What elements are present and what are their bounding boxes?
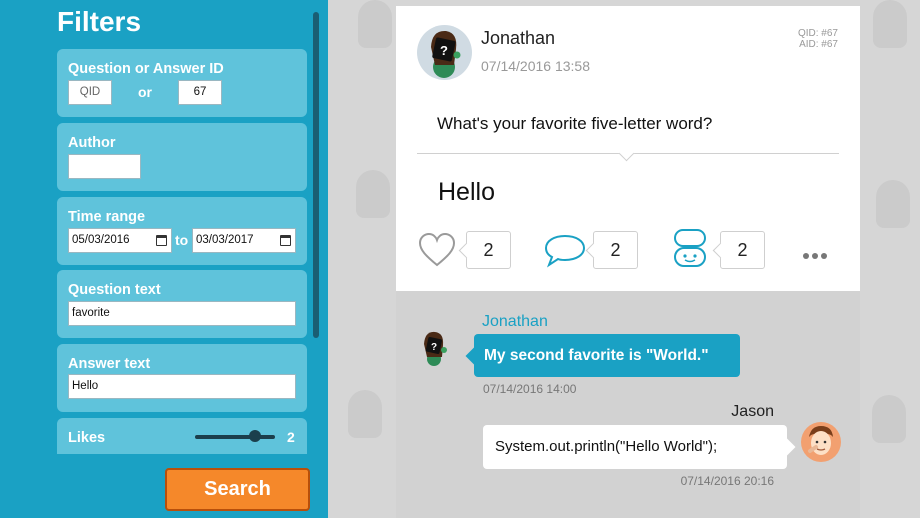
likes-slider-handle[interactable] bbox=[249, 430, 261, 442]
background-figure bbox=[873, 0, 907, 48]
avatar-icon: ? bbox=[431, 30, 461, 78]
filters-title: Filters bbox=[57, 6, 142, 37]
author-input[interactable] bbox=[68, 154, 141, 179]
post-timestamp: 07/14/2016 13:58 bbox=[481, 58, 590, 74]
date-from-value: 05/03/2016 bbox=[72, 234, 130, 246]
answer-text-label: Answer text bbox=[68, 356, 151, 372]
comment-bubble: System.out.println("Hello World"); bbox=[483, 425, 787, 469]
calendar-icon[interactable] bbox=[156, 235, 167, 246]
likes-count[interactable]: 2 bbox=[466, 231, 511, 269]
comment-bubble: My second favorite is "World." bbox=[474, 334, 740, 377]
filters-sidebar: Filters Question or Answer ID QID or 67 … bbox=[0, 0, 328, 518]
comment-timestamp: 07/14/2016 14:00 bbox=[483, 382, 577, 396]
to-label: to bbox=[175, 232, 189, 248]
comment-timestamp: 07/14/2016 20:16 bbox=[680, 474, 774, 488]
time-range-label: Time range bbox=[68, 209, 146, 225]
author-filter-card: Author bbox=[57, 123, 307, 191]
svg-text:?: ? bbox=[440, 43, 448, 58]
main-panel: ? Jonathan 07/14/2016 13:58 QID: #67 AID… bbox=[328, 0, 920, 518]
background-figure bbox=[872, 395, 906, 443]
author-filter-label: Author bbox=[68, 135, 116, 151]
svg-text:?: ? bbox=[431, 342, 437, 353]
comments-section: ? Jonathan My second favorite is "World.… bbox=[396, 291, 860, 518]
date-from-input[interactable]: 05/03/2016 bbox=[68, 228, 172, 253]
comment-author: Jason bbox=[731, 403, 774, 420]
background-figure bbox=[358, 0, 392, 48]
commenter-avatar[interactable] bbox=[800, 421, 842, 463]
date-to-input[interactable]: 03/03/2017 bbox=[192, 228, 296, 253]
question-text-input[interactable]: favorite bbox=[68, 301, 296, 326]
search-button[interactable]: Search bbox=[165, 468, 310, 511]
comment-author: Jonathan bbox=[482, 313, 548, 330]
commenter-avatar[interactable]: ? bbox=[418, 329, 450, 367]
likes-slider[interactable] bbox=[195, 435, 275, 439]
qid-input[interactable]: QID bbox=[68, 80, 112, 105]
likes-value: 2 bbox=[287, 429, 295, 445]
more-options-icon[interactable] bbox=[803, 246, 830, 264]
calendar-icon[interactable] bbox=[280, 235, 291, 246]
aid-label: AID: #67 bbox=[799, 39, 838, 50]
divider-notch bbox=[618, 145, 635, 162]
avatar[interactable]: ? bbox=[417, 25, 472, 80]
question-text: What's your favorite five-letter word? bbox=[437, 114, 713, 133]
answer-text-input[interactable]: Hello bbox=[68, 374, 296, 399]
heart-icon[interactable] bbox=[418, 232, 456, 268]
background-figure bbox=[356, 170, 390, 218]
question-text-card: Question text favorite bbox=[57, 270, 307, 338]
or-label: or bbox=[138, 84, 152, 100]
date-to-value: 03/03/2017 bbox=[196, 234, 254, 246]
aid-input[interactable]: 67 bbox=[178, 80, 222, 105]
background-figure bbox=[348, 390, 382, 438]
comments-count[interactable]: 2 bbox=[593, 231, 638, 269]
id-filter-label: Question or Answer ID bbox=[68, 61, 224, 77]
background-figure bbox=[876, 180, 910, 228]
question-text-label: Question text bbox=[68, 282, 161, 298]
likes-filter-card: Likes 2 bbox=[57, 418, 307, 454]
time-range-card: Time range 05/03/2016 to 03/03/2017 bbox=[57, 197, 307, 265]
post-author: Jonathan bbox=[481, 28, 556, 48]
friends-count[interactable]: 2 bbox=[720, 231, 765, 269]
sidebar-scrollbar[interactable] bbox=[313, 12, 319, 338]
friends-icon[interactable] bbox=[672, 228, 708, 270]
comment-icon[interactable] bbox=[543, 232, 587, 268]
answer-text: Hello bbox=[438, 178, 495, 206]
id-filter-card: Question or Answer ID QID or 67 bbox=[57, 49, 307, 117]
answer-text-card: Answer text Hello bbox=[57, 344, 307, 412]
qid-label: QID: #67 bbox=[797, 28, 838, 39]
likes-filter-label: Likes bbox=[68, 430, 106, 446]
post-card: ? Jonathan 07/14/2016 13:58 QID: #67 AID… bbox=[396, 6, 860, 291]
